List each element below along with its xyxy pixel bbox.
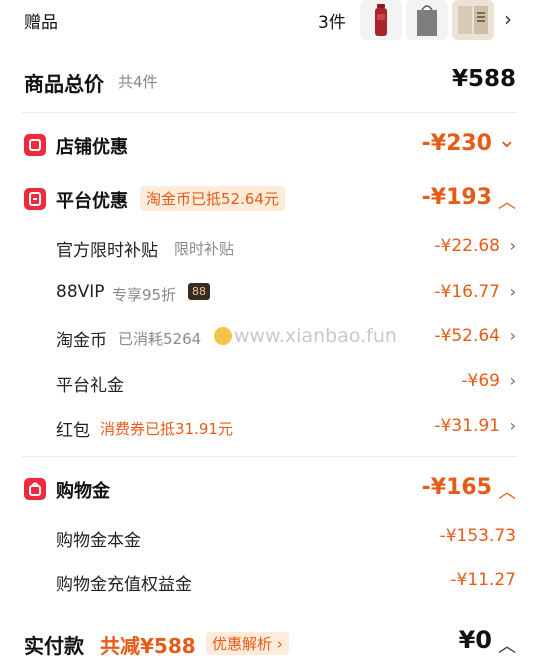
platform-icon [24,188,46,210]
red-packet-amount: -¥31.91 [434,416,500,436]
chevron-right-icon[interactable]: › [510,282,516,301]
credit-bonus-amount: -¥11.27 [450,570,516,590]
red-packet-note: 消费券已抵31.91元 [100,420,233,438]
gift-count: 3件 [318,13,346,33]
vip-88-tag: 88 [188,283,210,300]
chevron-right-icon: › [272,635,283,653]
shopping-bag-icon [24,478,46,500]
bag-icon [417,5,437,36]
chevron-up-icon[interactable]: ︿ [498,188,516,214]
red-packet-label: 红包 [56,421,90,441]
watermark: www.xianbao.fun [234,325,397,347]
shopping-credit-amount: -¥165 [421,475,492,500]
coin-amount: -¥52.64 [434,326,500,346]
credit-principal-amount: -¥153.73 [439,526,516,546]
vip-note: 专享95折 [112,286,177,304]
paid-reduce: 共减¥588 [100,634,196,658]
gift-money-label: 平台礼金 [56,376,124,396]
chevron-up-icon[interactable]: ︿ [498,478,516,504]
chevron-right-icon[interactable]: › [504,7,512,31]
store-discount-title: 店铺优惠 [56,137,128,158]
chevron-right-icon[interactable]: › [510,326,516,345]
credit-bonus-label: 购物金充值权益金 [56,575,192,595]
vip-label: 88VIP [56,282,105,302]
paid-label: 实付款 [24,634,84,658]
total-price-value: ¥588 [451,66,516,92]
bottle-icon [375,4,387,36]
total-price-label: 商品总价 [24,72,104,96]
chevron-right-icon[interactable]: › [510,416,516,435]
credit-principal-label: 购物金本金 [56,531,141,551]
gift-label: 赠品 [24,13,58,33]
gift-money-amount: -¥69 [461,371,500,391]
gift-thumbnail-bottle[interactable] [360,0,402,40]
coin-note: 已消耗5264 [118,330,202,348]
discount-analysis-label: 优惠解析 [212,635,273,653]
chevron-right-icon[interactable]: › [510,236,516,255]
coin-deduction-badge: 淘金币已抵52.64元 [140,186,285,211]
platform-discount-amount: -¥193 [421,185,492,210]
total-item-count: 共4件 [118,73,158,91]
gift-thumbnail-box[interactable] [452,0,494,40]
vip-amount: -¥16.77 [434,282,500,302]
divider [22,112,518,113]
chevron-right-icon[interactable]: › [510,371,516,390]
coin-label: 淘金币 [56,331,107,351]
coin-icon [214,327,232,345]
platform-discount-title: 平台优惠 [56,191,128,212]
gift-thumbnail-bag[interactable] [406,0,448,40]
subsidy-note: 限时补贴 [174,240,235,258]
chevron-up-icon[interactable]: ︿ [498,632,516,658]
subsidy-amount: -¥22.68 [434,236,500,256]
shopping-credit-title: 购物金 [56,481,110,502]
subsidy-label: 官方限时补贴 [56,241,158,261]
chevron-down-icon[interactable]: ⌄ [498,128,516,153]
store-discount-amount: -¥230 [421,131,492,156]
discount-analysis-button[interactable]: 优惠解析 › [206,632,289,655]
divider [22,456,518,457]
box-icon [458,6,488,34]
store-icon [24,134,46,156]
